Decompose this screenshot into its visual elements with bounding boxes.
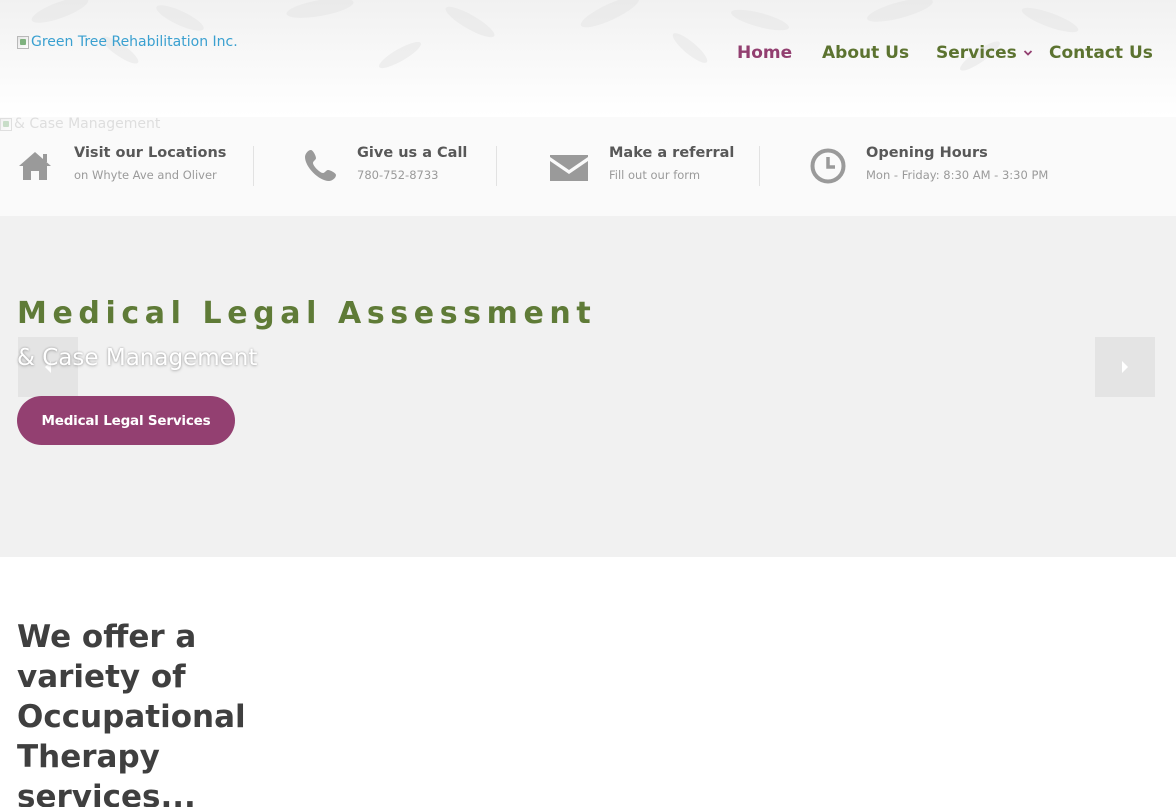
divider [253, 146, 254, 186]
divider [496, 146, 497, 186]
home-icon [19, 152, 51, 180]
info-title-referral[interactable]: Make a referral [609, 145, 734, 161]
site-header: Green Tree Rehabilitation Inc. Home Abou… [0, 0, 1176, 117]
info-title-hours: Opening Hours [866, 145, 988, 161]
chevron-down-icon [1023, 50, 1032, 56]
nav-item-label: Home [737, 43, 793, 63]
nav-item-label: Services [936, 43, 1017, 63]
nav-item-label: About Us [822, 43, 910, 63]
logo[interactable]: Green Tree Rehabilitation Inc. [17, 34, 238, 50]
broken-slide-image: & Case Management [0, 116, 160, 132]
slider-next-button[interactable] [1095, 337, 1155, 397]
info-subtitle-hours: Mon - Friday: 8:30 AM - 3:30 PM [866, 168, 1049, 182]
nav-item-home[interactable]: Home [737, 43, 792, 63]
hero-subtitle: & Case Management [17, 345, 258, 371]
arrow-right-icon [1122, 361, 1128, 373]
info-title-call[interactable]: Give us a Call [357, 145, 467, 161]
logo-alt-text: Green Tree Rehabilitation Inc. [31, 34, 238, 50]
broken-image-icon [17, 35, 29, 49]
nav-item-contact-us[interactable]: Contact Us [1049, 43, 1153, 63]
medical-legal-services-button[interactable]: Medical Legal Services [17, 396, 235, 445]
nav-item-services[interactable]: Services [936, 43, 1033, 63]
phone-icon [305, 150, 336, 181]
slide-image-alt-text: & Case Management [14, 116, 161, 132]
broken-image-icon [0, 117, 12, 131]
info-subtitle-referral[interactable]: Fill out our form [609, 168, 700, 182]
clock-icon [810, 148, 846, 184]
info-title-locations[interactable]: Visit our Locations [74, 145, 226, 161]
divider [759, 146, 760, 186]
nav-item-label: Contact Us [1049, 43, 1153, 63]
info-subtitle-phone[interactable]: 780-752-8733 [357, 168, 438, 182]
hero-title: Medical Legal Assessment [17, 296, 597, 331]
hero-slider [0, 216, 1176, 557]
intro-heading: We offer a variety of Occupational Thera… [17, 619, 246, 807]
nav-item-about-us[interactable]: About Us [822, 43, 909, 63]
envelope-icon [550, 155, 588, 181]
info-subtitle-locations: on Whyte Ave and Oliver [74, 168, 217, 182]
